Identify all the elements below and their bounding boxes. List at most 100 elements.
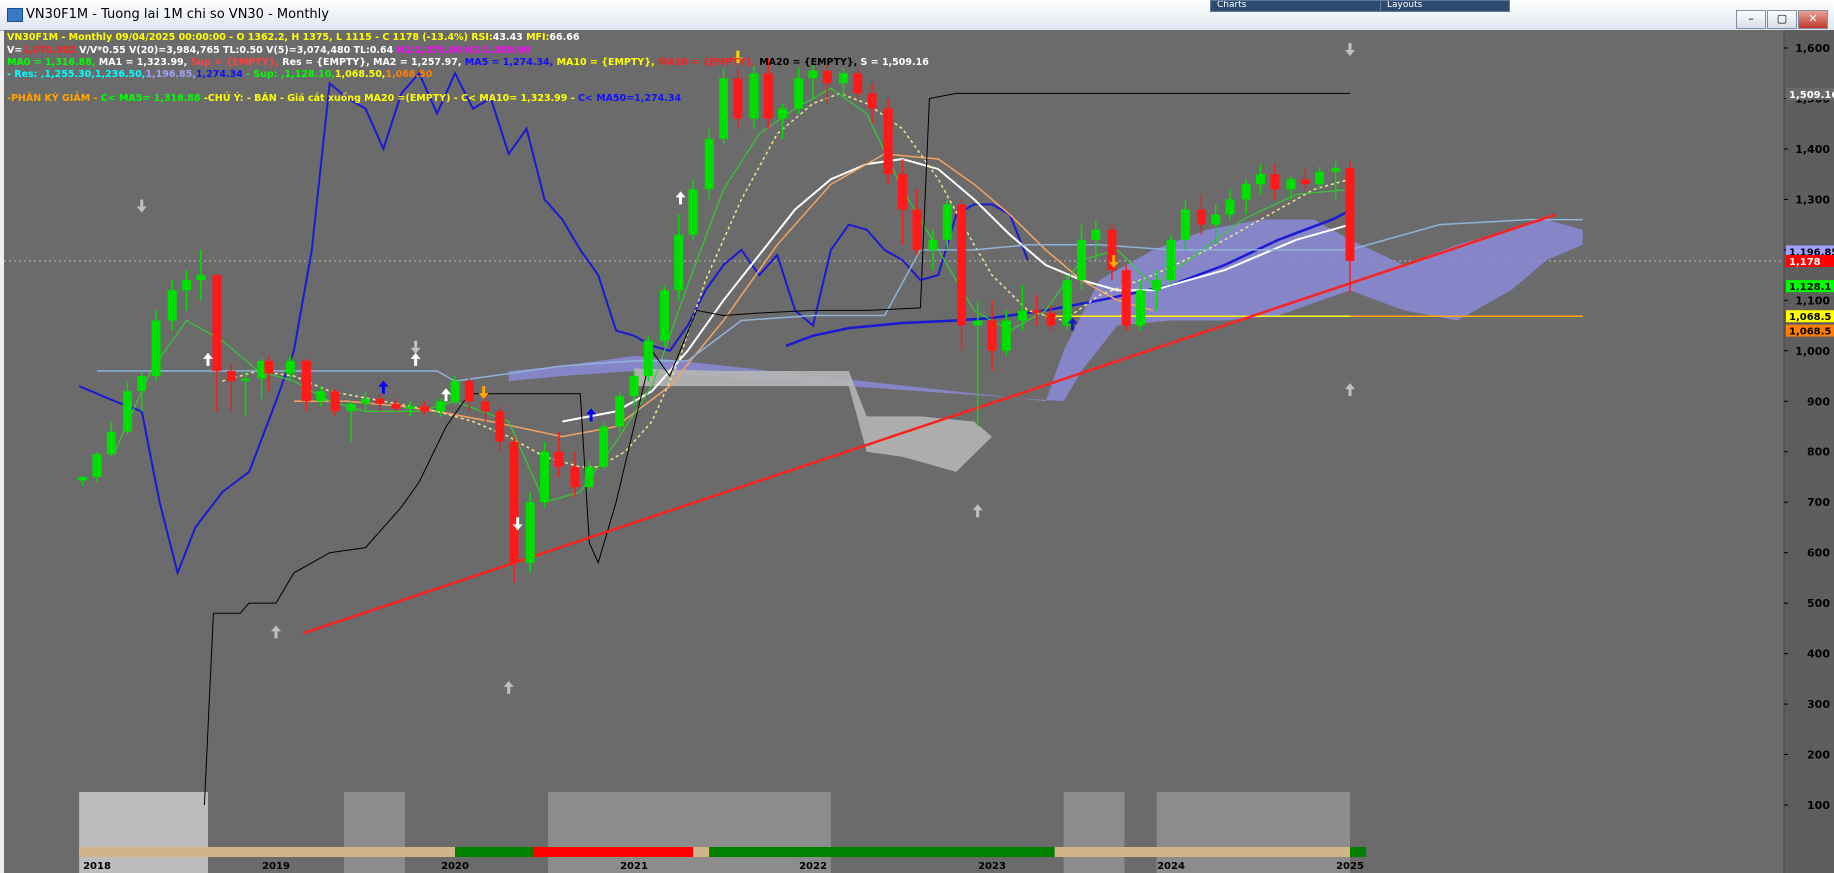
price-tag-label: 1,128.1 [1789,282,1831,293]
header-signal-line: -PHÂN KỲ GIẢM - C< MA5= 1,316.88 -CHÚ Ý:… [7,93,681,104]
header-text-segment: V= [7,45,23,56]
header-text-segment: MA1 = 1,323.99, [98,57,191,68]
header-text-segment: MA0 = 1,316.88, [7,57,99,68]
candle-body [794,78,804,109]
candle-body [264,360,274,374]
tab-layouts[interactable]: Layouts [1380,0,1510,12]
candle-body [1017,310,1027,321]
close-button[interactable]: ✕ [1798,10,1828,29]
y-tick-label: 1,000 [1795,345,1830,358]
candle-body [464,381,474,402]
candle-body [1180,209,1190,240]
candle-body [420,406,430,412]
header-text-segment: -CHÚ Ý: - BÁN - Giá cắt xuống MA20 =(EMP… [203,93,578,104]
y-tick-label: 600 [1807,547,1830,560]
candle-body [838,73,848,84]
y-tick-label: 100 [1807,799,1830,812]
candle-body [1300,179,1310,185]
candle-body [643,340,653,377]
header-text-segment: 1,068.50 [385,69,433,80]
candle-body [883,108,893,175]
candle-body [1315,171,1325,185]
candle-body [212,275,222,371]
candle-body [1077,239,1086,281]
header-text-segment: Res = {EMPTY}, [282,57,373,68]
trend-band [455,847,534,857]
candle-body [763,73,773,119]
header-volume-line: V=1,070,302 V/V*0.55 V(20)=3,984,765 TL:… [7,45,530,56]
header-text-segment: Sup = {EMPTY}, [190,57,283,68]
header-text-segment: 1,068.50, [334,69,386,80]
header-text-segment: C< MA5= 1,316.88 [100,93,204,104]
trend-band [1054,847,1350,857]
header-text-segment: MA10 = {EMPTY}, [556,57,658,68]
candle-body [1345,168,1355,261]
candle-body [584,466,594,488]
candle-body [1256,174,1265,185]
header-text-segment: 1,070,302 [22,45,80,56]
y-tick-label: 400 [1807,648,1830,661]
candle-body [659,290,669,341]
candle-body [808,70,818,79]
candle-body [898,174,907,210]
volume-band [1063,792,1125,873]
candle-body [1270,174,1280,190]
y-tick-label: 200 [1807,749,1830,762]
candle-body [942,204,952,240]
x-tick-label: 2020 [441,861,469,872]
volume-band [1156,792,1350,873]
header-text-segment: VN30F1M - Monthly 09/04/2025 00:00:00 - … [7,32,472,43]
header-text-segment: 1,236.50, [94,69,146,80]
x-tick-label: 2021 [620,861,648,872]
candle-body [450,381,460,402]
candle-body [1225,199,1235,215]
header-text-segment: 66.66 [549,32,580,43]
candle-body [525,502,535,563]
candle-body [853,73,863,94]
candle-body [391,403,401,409]
price-tag-label: 1,068.5 [1789,312,1831,323]
candle-body [629,376,639,397]
header-text-segment: 43.43 [492,32,527,43]
header-text-segment: - Res: ,1,255.30, [7,69,95,80]
y-tick-label: 1,600 [1795,42,1830,55]
x-tick-label: 2024 [1157,861,1185,872]
candle-body [1062,280,1072,326]
candle-body [301,360,311,402]
candle-body [1136,290,1146,326]
maximize-button[interactable]: ▢ [1767,10,1797,29]
candle-body [987,320,997,351]
window-titlebar: VN30F1M - Tuong lai 1M chi so VN30 - Mon… [0,0,1834,31]
candle-body [599,426,609,467]
volume-band [548,792,831,873]
minimize-button[interactable]: – [1736,10,1766,29]
header-ma-line: MA0 = 1,316.88, MA1 = 1,323.99, Sup = {E… [7,57,929,68]
candle-body [226,370,236,382]
candle-body [822,70,832,84]
candle-body [480,401,490,412]
candle-body [749,73,759,119]
header-res-sup-line: - Res: ,1,255.30,1,236.50,1,196.85,1,274… [7,69,432,80]
candle-body [1001,320,1011,351]
candle-body [1211,214,1221,225]
x-tick-label: 2022 [799,861,827,872]
trend-band [533,847,694,857]
candle-body [495,411,505,442]
candle-body [928,239,938,250]
header-text-segment: H1:1,375.00 H2:1,300.90 [396,45,531,56]
header-ohlc-line: VN30F1M - Monthly 09/04/2025 00:00:00 - … [7,32,579,43]
x-tick-label: 2023 [978,861,1006,872]
header-text-segment: C< MA50=1,274.34 [577,93,682,104]
candle-body [92,454,102,477]
candle-body [361,398,370,404]
header-text-segment: MA2 = 1,257.97, [373,57,465,68]
candle-body [615,396,625,427]
candle-body [106,431,116,455]
tab-charts[interactable]: Charts [1210,0,1382,12]
candle-body [957,204,967,326]
window-title: VN30F1M - Tuong lai 1M chi so VN30 - Mon… [26,7,329,22]
header-text-segment: 1,274.34 [195,69,247,80]
price-chart[interactable]: 100 200 300 400 500 600 700 800 900 1,000 1,100 1,2… [0,30,1834,873]
x-tick-label: 2025 [1336,861,1364,872]
candle-body [182,280,191,291]
